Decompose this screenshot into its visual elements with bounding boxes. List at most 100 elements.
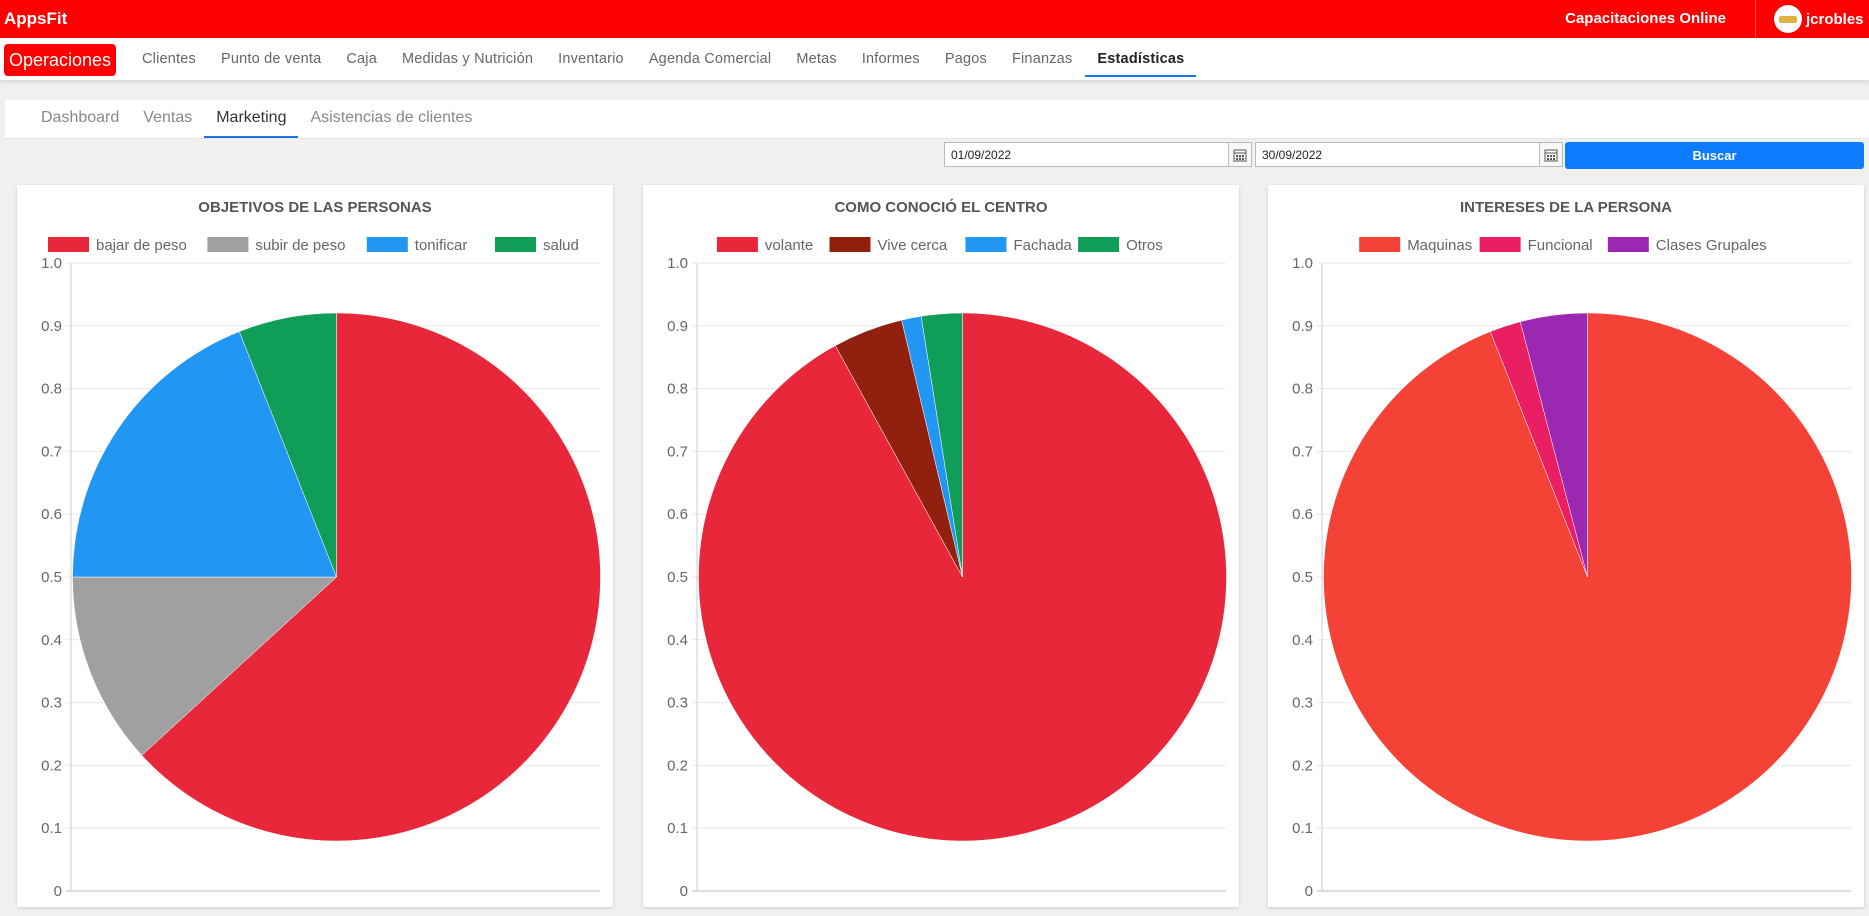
y-tick-label: 0 bbox=[1305, 883, 1313, 900]
module-button-operaciones[interactable]: Operaciones bbox=[4, 44, 116, 76]
y-tick-label: 1.0 bbox=[1292, 255, 1313, 272]
nav-item-informes[interactable]: Informes bbox=[850, 38, 932, 80]
pie bbox=[72, 312, 601, 842]
user-name: jcrobles bbox=[1806, 10, 1864, 28]
y-tick-label: 0.3 bbox=[667, 695, 688, 712]
y-tick-label: 0.1 bbox=[41, 820, 62, 837]
nav-item-agenda-comercial[interactable]: Agenda Comercial bbox=[637, 38, 784, 80]
nav-item-medidas-y-nutricion[interactable]: Medidas y Nutrición bbox=[390, 38, 545, 80]
chart-card-intereses: INTERESES DE LA PERSONA Maquinas Funcional… bbox=[1268, 185, 1864, 907]
date-from-input[interactable] bbox=[949, 147, 1203, 163]
y-tick-label: 0.1 bbox=[667, 820, 688, 837]
chart-legend: bajar de peso subir de peso tonificar salud bbox=[48, 237, 579, 254]
y-tick-label: 0.9 bbox=[667, 318, 688, 335]
legend-label: tonificar bbox=[415, 237, 468, 254]
y-tick-label: 0.2 bbox=[667, 757, 688, 774]
y-tick-label: 0.6 bbox=[667, 506, 688, 523]
legend-swatch bbox=[1359, 237, 1401, 252]
legend-item-otros[interactable]: Otros bbox=[1078, 237, 1163, 254]
legend-item-volante[interactable]: volante bbox=[716, 237, 813, 254]
pie-chart-objetivos: OBJETIVOS DE LAS PERSONAS bajar de peso su… bbox=[41, 199, 601, 900]
y-tick-label: 0.3 bbox=[41, 695, 62, 712]
nav-item-estadisticas[interactable]: Estadísticas bbox=[1085, 38, 1197, 80]
pie bbox=[698, 312, 1227, 842]
legend-swatch bbox=[366, 237, 408, 252]
capacitaciones-link[interactable]: Capacitaciones Online bbox=[1565, 10, 1726, 27]
legend-swatch bbox=[207, 237, 249, 252]
y-tick-label: 0.6 bbox=[1292, 506, 1313, 523]
chart-card-objetivos: OBJETIVOS DE LAS PERSONAS bajar de peso su… bbox=[17, 185, 613, 907]
module-nav: Operaciones Clientes Punto de venta Caja Me… bbox=[0, 38, 1869, 81]
legend-swatch bbox=[48, 237, 89, 252]
legend-item-funcional[interactable]: Funcional bbox=[1479, 237, 1593, 254]
legend-item-maquinas[interactable]: Maquinas bbox=[1359, 237, 1472, 254]
y-tick-label: 0.8 bbox=[1292, 381, 1313, 398]
tab-ventas[interactable]: Ventas bbox=[131, 100, 204, 138]
tab-asistencias-de-clientes[interactable]: Asistencias de clientes bbox=[298, 100, 484, 138]
y-tick-label: 1.0 bbox=[41, 255, 62, 272]
y-tick-label: 0.9 bbox=[41, 318, 62, 335]
chart-legend: Maquinas Funcional Clases Grupales bbox=[1359, 237, 1767, 254]
legend-label: Vive cerca bbox=[878, 237, 948, 254]
legend-label: Fachada bbox=[1014, 237, 1073, 254]
y-tick-label: 0.4 bbox=[1292, 632, 1313, 649]
date-to-input[interactable] bbox=[1260, 147, 1514, 163]
legend-item-salud[interactable]: salud bbox=[495, 237, 579, 254]
nav-item-caja[interactable]: Caja bbox=[334, 38, 389, 80]
legend-swatch bbox=[716, 237, 758, 252]
y-tick-label: 0.2 bbox=[1292, 757, 1313, 774]
legend-swatch bbox=[829, 237, 871, 252]
legend-item-vive-cerca[interactable]: Vive cerca bbox=[829, 237, 948, 254]
y-tick-label: 0.5 bbox=[1292, 569, 1313, 586]
nav-item-punto-de-venta[interactable]: Punto de venta bbox=[209, 38, 333, 80]
y-tick-label: 0.8 bbox=[667, 381, 688, 398]
legend-label: salud bbox=[543, 237, 579, 254]
chart-card-como-conocio: COMO CONOCIÓ EL CENTRO volante Vive cerca F… bbox=[643, 185, 1239, 907]
date-to-field[interactable] bbox=[1255, 142, 1563, 167]
legend-swatch bbox=[495, 237, 536, 252]
tab-marketing[interactable]: Marketing bbox=[204, 100, 299, 138]
legend-swatch bbox=[1078, 237, 1120, 252]
nav-item-finanzas[interactable]: Finanzas bbox=[1000, 38, 1084, 80]
nav-item-inventario[interactable]: Inventario bbox=[546, 38, 636, 80]
y-tick-label: 0.4 bbox=[667, 632, 688, 649]
nav-item-clientes[interactable]: Clientes bbox=[130, 38, 208, 80]
y-tick-label: 0.7 bbox=[1292, 443, 1313, 460]
sub-nav: Dashboard Ventas Marketing Asistencias de c… bbox=[5, 100, 1869, 139]
calendar-icon[interactable] bbox=[1228, 143, 1251, 166]
calendar-icon[interactable] bbox=[1539, 143, 1562, 166]
legend-label: bajar de peso bbox=[96, 237, 187, 254]
legend-swatch bbox=[1479, 237, 1521, 252]
nav-item-metas[interactable]: Metas bbox=[784, 38, 849, 80]
legend-swatch bbox=[965, 237, 1007, 252]
legend-label: subir de peso bbox=[255, 237, 345, 254]
y-tick-label: 0.5 bbox=[667, 569, 688, 586]
top-divider bbox=[1755, 0, 1756, 38]
legend-item-fachada[interactable]: Fachada bbox=[965, 237, 1073, 254]
y-tick-label: 0.5 bbox=[41, 569, 62, 586]
legend-item-tonificar[interactable]: tonificar bbox=[366, 237, 468, 254]
pie bbox=[1323, 312, 1852, 842]
legend-label: volante bbox=[765, 237, 813, 254]
search-button[interactable]: Buscar bbox=[1565, 142, 1864, 169]
pie-chart-intereses: INTERESES DE LA PERSONA Maquinas Funcional… bbox=[1292, 199, 1852, 900]
legend-item-clases-grupales[interactable]: Clases Grupales bbox=[1607, 237, 1767, 254]
date-from-field[interactable] bbox=[944, 142, 1252, 167]
chart-title: OBJETIVOS DE LAS PERSONAS bbox=[198, 199, 431, 216]
pie-chart-como-conocio: COMO CONOCIÓ EL CENTRO volante Vive cerca F… bbox=[667, 198, 1227, 900]
chart-title: INTERESES DE LA PERSONA bbox=[1460, 199, 1672, 216]
y-tick-label: 0.2 bbox=[41, 757, 62, 774]
y-tick-label: 0.4 bbox=[41, 632, 62, 649]
tab-dashboard[interactable]: Dashboard bbox=[29, 100, 131, 138]
y-tick-label: 0.6 bbox=[41, 506, 62, 523]
y-tick-label: 0 bbox=[680, 883, 688, 900]
user-menu[interactable]: jcrobles ▾ bbox=[1774, 5, 1869, 33]
legend-label: Otros bbox=[1126, 237, 1163, 254]
legend-item-bajar-de-peso[interactable]: bajar de peso bbox=[48, 237, 187, 254]
legend-label: Funcional bbox=[1528, 237, 1593, 254]
app-brand[interactable]: AppsFit bbox=[4, 9, 67, 29]
legend-item-subir-de-peso[interactable]: subir de peso bbox=[207, 237, 345, 254]
chart-legend: volante Vive cerca Fachada Otros bbox=[716, 237, 1163, 254]
y-tick-label: 0 bbox=[54, 883, 62, 900]
nav-item-pagos[interactable]: Pagos bbox=[933, 38, 999, 80]
